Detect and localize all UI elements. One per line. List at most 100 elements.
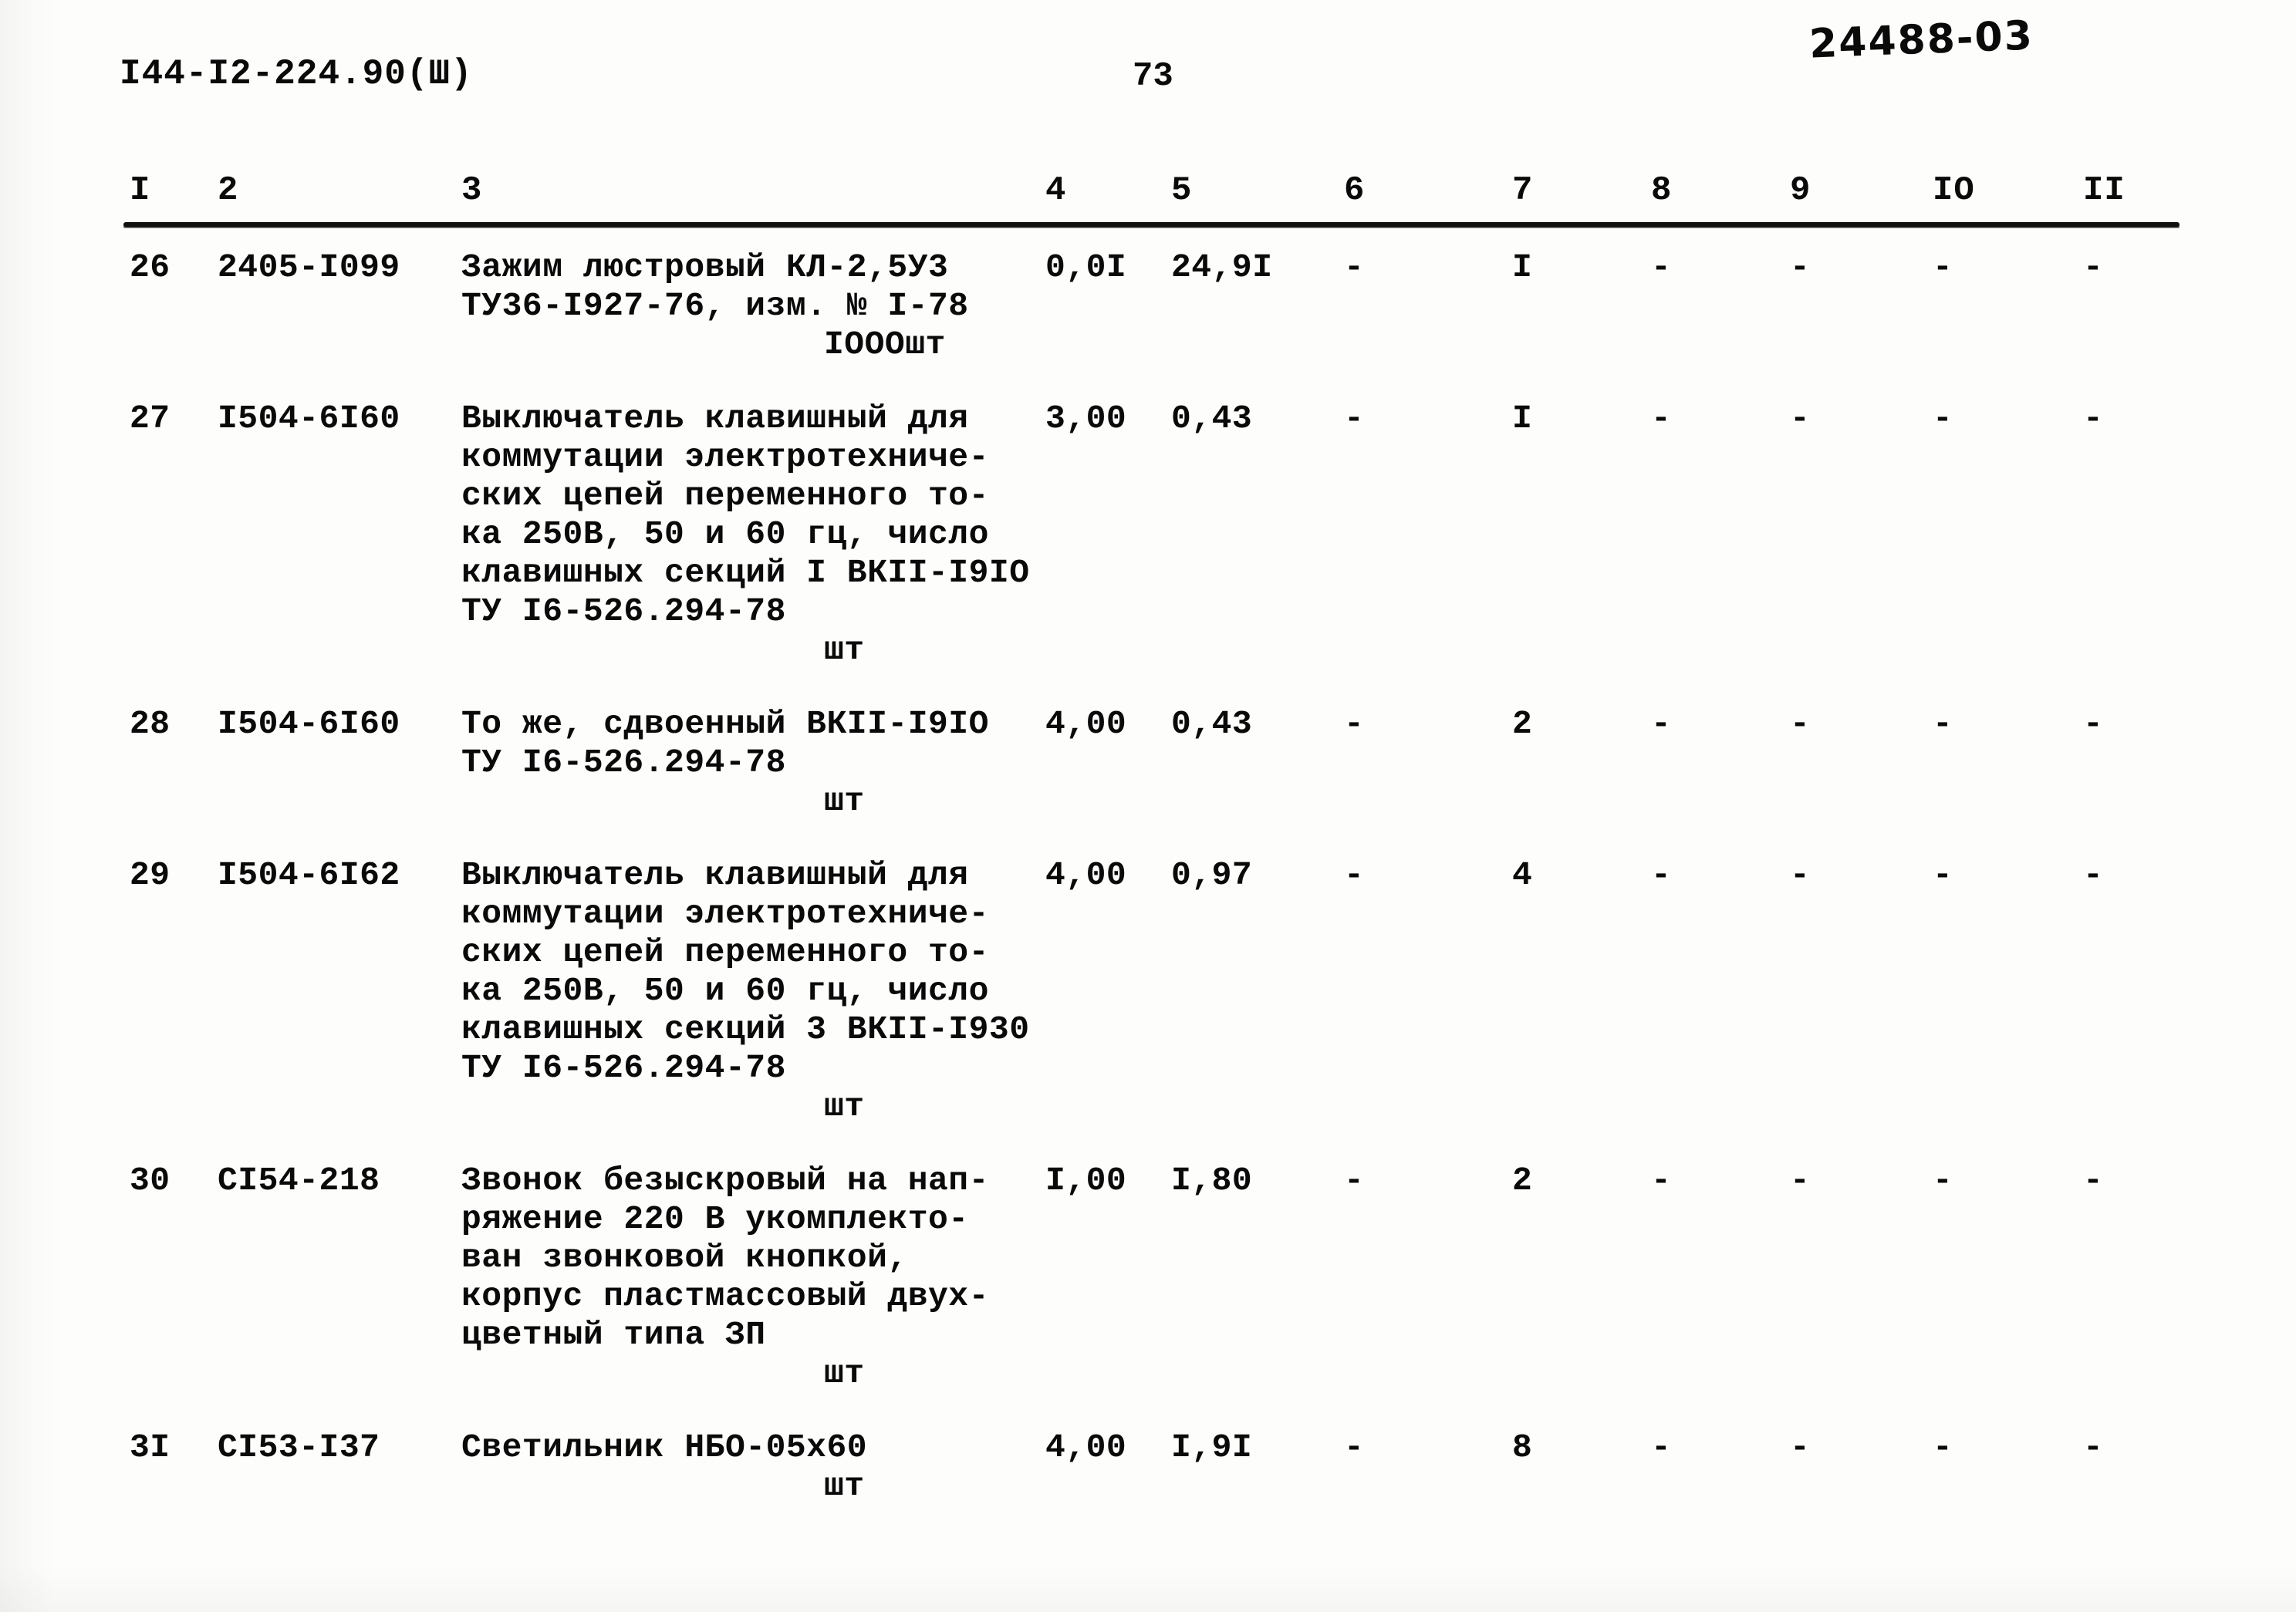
column-header-6: 6 (1344, 171, 1366, 210)
description-line: ских цепей переменного то- (461, 933, 989, 971)
description-line: Светильник НБО-05х60 (461, 1428, 868, 1466)
cell-col-9: - (1790, 1428, 1811, 1466)
description-line: ТУ I6-526.294-78 (461, 744, 786, 781)
table-header-rule (123, 222, 2180, 228)
cell-col-5: 0,97 (1171, 856, 1253, 894)
description-line: Зажим люстровый КЛ-2,5У3 (461, 248, 949, 286)
cell-col-8: - (1651, 856, 1672, 894)
column-header-8: 8 (1651, 171, 1673, 210)
description-line: ских цепей переменного то- (461, 477, 989, 514)
description-line: Звонок безыскровый на нап- (461, 1162, 989, 1199)
cell-col-7: 4 (1512, 856, 1533, 894)
description-line: клавишных секций I ВКII-I9IO (461, 554, 1030, 592)
table-body: 26 2405-I099 Зажим люстровый КЛ-2,5У3 ТУ36-… (0, 248, 2296, 1541)
cell-col-8: - (1651, 705, 1672, 743)
cell-col-4: 3,00 (1045, 400, 1127, 437)
item-code: I504-6I60 (218, 705, 400, 743)
item-description: Выключатель клавишный для коммутации элек… (461, 856, 1030, 1126)
cell-col-6: - (1344, 1162, 1365, 1199)
column-header-1: I (130, 171, 151, 210)
column-header-7: 7 (1512, 171, 1534, 210)
cell-col-9: - (1790, 400, 1811, 437)
description-line: ван звонковой кнопкой, (461, 1239, 908, 1276)
table-row: 30 CI54-218 Звонок безыскровый на нап-ряже… (0, 1162, 2296, 1393)
cell-col-5: I,9I (1171, 1428, 1253, 1466)
cell-col-7: 2 (1512, 1162, 1533, 1199)
cell-col-8: - (1651, 1428, 1672, 1466)
document-page: I44-I2-224.90(Ш) 7 3 24488-03 I 2 3 4 5 6 7 8 9 IO… (0, 0, 2296, 1612)
description-line: ряжение 220 В укомплекто- (461, 1200, 969, 1238)
cell-col-6: - (1344, 705, 1365, 743)
unit-of-measure: шт (824, 631, 865, 669)
cell-col-8: - (1651, 1162, 1672, 1199)
cell-col-4: 4,00 (1045, 856, 1127, 894)
table-row: 26 2405-I099 Зажим люстровый КЛ-2,5У3 ТУ36-… (0, 248, 2296, 364)
item-description: Выключатель клавишный для коммутации элек… (461, 400, 1030, 669)
description-line: ка 250В, 50 и 60 гц, число (461, 972, 989, 1010)
row-number: 28 (130, 705, 171, 743)
cell-col-4: I,00 (1045, 1162, 1127, 1199)
cell-col-5: 24,9I (1171, 248, 1273, 286)
description-line: коммутации электротехниче- (461, 438, 989, 476)
column-header-3: 3 (461, 171, 483, 210)
cell-col-9: - (1790, 856, 1811, 894)
item-description: То же, сдвоенный ВКII-I9IO ТУ I6-526.294-… (461, 705, 989, 821)
cell-col-9: - (1790, 1162, 1811, 1199)
cell-col-4: 4,00 (1045, 1428, 1127, 1466)
unit-of-measure: шт (824, 1088, 865, 1125)
description-line: корпус пластмассовый двух- (461, 1277, 989, 1315)
cell-col-6: - (1344, 1428, 1365, 1466)
cell-col-9: - (1790, 705, 1811, 743)
cell-col-9: - (1790, 248, 1811, 286)
row-number: 26 (130, 248, 171, 286)
row-number: 3I (130, 1428, 171, 1466)
cell-col-7: I (1512, 248, 1533, 286)
cell-col-11: - (2083, 705, 2104, 743)
cell-col-11: - (2083, 1162, 2104, 1199)
column-header-2: 2 (218, 171, 239, 210)
column-header-9: 9 (1790, 171, 1811, 210)
cell-col-7: 2 (1512, 705, 1533, 743)
cell-col-6: - (1344, 856, 1365, 894)
cell-col-10: - (1933, 1428, 1953, 1466)
document-code: I44-I2-224.90(Ш) (120, 54, 473, 94)
unit-of-measure: шт (824, 1467, 865, 1505)
description-line: То же, сдвоенный ВКII-I9IO (461, 705, 989, 743)
description-line: ТУ I6-526.294-78 (461, 1049, 786, 1087)
description-line: цветный типа ЗП (461, 1316, 766, 1354)
row-number: 27 (130, 400, 171, 437)
row-number: 29 (130, 856, 171, 894)
unit-of-measure: шт (824, 1354, 865, 1392)
cell-col-6: - (1344, 400, 1365, 437)
archive-stamp: 24488-03 (1808, 12, 2034, 68)
column-header-11: II (2083, 171, 2125, 210)
column-header-10: IO (1933, 171, 1975, 210)
table-row: 28 I504-6I60 То же, сдвоенный ВКII-I9IO ТУ … (0, 705, 2296, 821)
cell-col-11: - (2083, 400, 2104, 437)
item-code: I504-6I60 (218, 400, 400, 437)
table-row: 29 I504-6I62 Выключатель клавишный для комм… (0, 856, 2296, 1126)
description-line: ка 250В, 50 и 60 гц, число (461, 515, 989, 553)
row-number: 30 (130, 1162, 171, 1199)
cell-col-11: - (2083, 1428, 2104, 1466)
cell-col-11: - (2083, 248, 2104, 286)
item-description: Светильник НБО-05х60 шт (461, 1428, 867, 1506)
table-row: 3I CI53-I37 Светильник НБО-05х60 шт 4,00 I,9I… (0, 1428, 2296, 1506)
cell-col-8: - (1651, 248, 1672, 286)
column-header-4: 4 (1045, 171, 1067, 210)
description-line: Выключатель клавишный для (461, 400, 969, 437)
item-code: CI54-218 (218, 1162, 380, 1199)
table-row: 27 I504-6I60 Выключатель клавишный для комм… (0, 400, 2296, 669)
cell-col-7: 8 (1512, 1428, 1533, 1466)
cell-col-5: 0,43 (1171, 705, 1253, 743)
cell-col-7: I (1512, 400, 1533, 437)
cell-col-11: - (2083, 856, 2104, 894)
table-column-headers: I 2 3 4 5 6 7 8 9 IO II (0, 171, 2296, 219)
cell-col-4: 0,0I (1045, 248, 1127, 286)
cell-col-10: - (1933, 1162, 1953, 1199)
item-description: Зажим люстровый КЛ-2,5У3 ТУ36-I927-76, из… (461, 248, 969, 364)
cell-col-10: - (1933, 705, 1953, 743)
description-line: коммутации электротехниче- (461, 895, 989, 932)
column-header-5: 5 (1171, 171, 1193, 210)
cell-col-4: 4,00 (1045, 705, 1127, 743)
